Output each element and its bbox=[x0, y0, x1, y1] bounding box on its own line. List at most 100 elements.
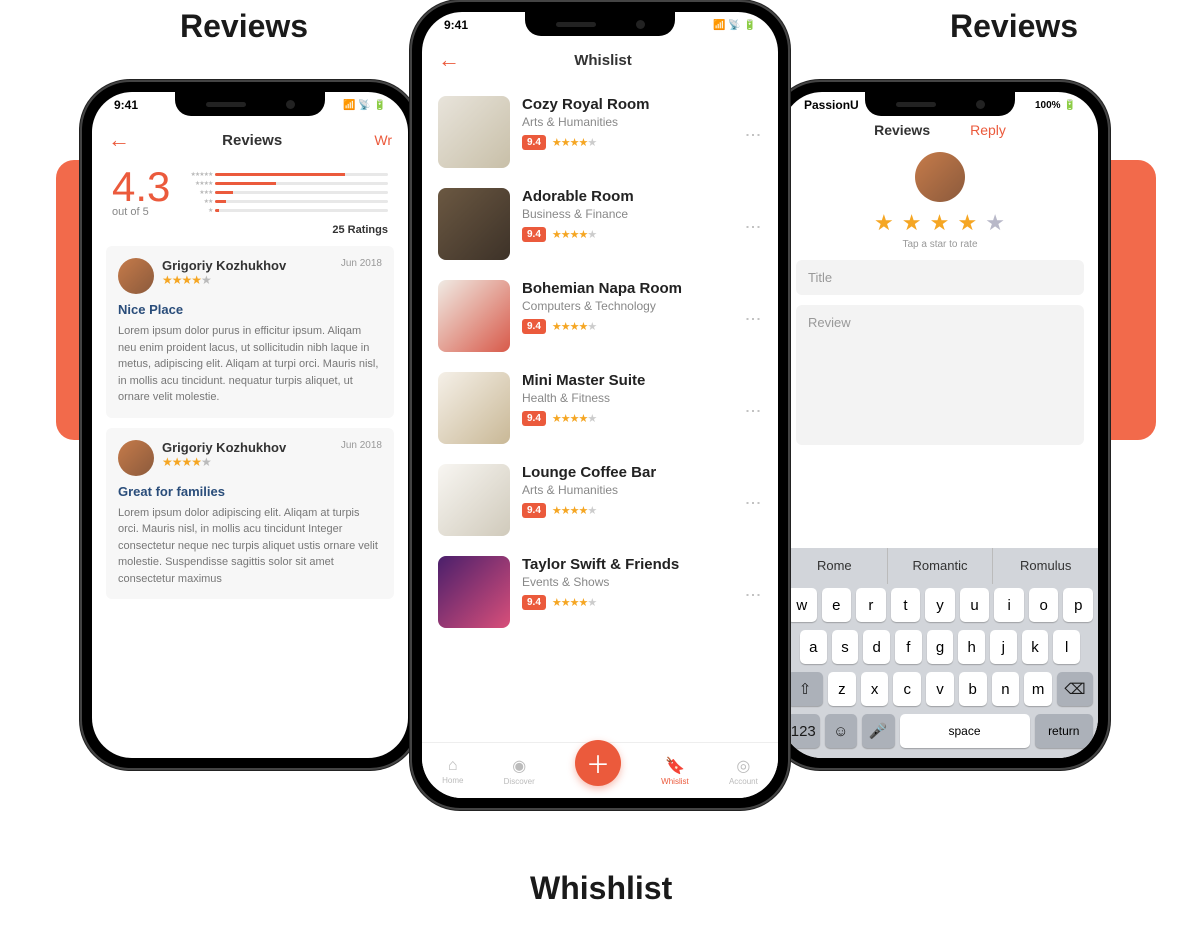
key-return[interactable]: return bbox=[1035, 714, 1094, 748]
wishlist-category: Health & Fitness bbox=[522, 391, 731, 405]
tab-icon: ◉ bbox=[512, 756, 526, 776]
review-title: Great for families bbox=[118, 484, 382, 499]
key-n[interactable]: n bbox=[992, 672, 1020, 706]
bar-stars: ★ bbox=[184, 207, 212, 214]
key-v[interactable]: v bbox=[926, 672, 954, 706]
tab-whislist[interactable]: 🔖 Whislist bbox=[661, 756, 689, 786]
wishlist-thumb bbox=[438, 372, 510, 444]
more-icon[interactable]: ⋮ bbox=[743, 219, 762, 229]
key-e[interactable]: e bbox=[822, 588, 852, 622]
tab-home[interactable]: ⌂ Home bbox=[442, 757, 463, 785]
key-g[interactable]: g bbox=[927, 630, 954, 664]
key-m[interactable]: m bbox=[1024, 672, 1052, 706]
wishlist-title: Lounge Coffee Bar bbox=[522, 464, 731, 481]
wishlist-item[interactable]: Cozy Royal Room Arts & Humanities 9.4 ★★… bbox=[438, 86, 762, 178]
keyboard-suggestion[interactable]: Romantic bbox=[888, 548, 994, 584]
key-p[interactable]: p bbox=[1063, 588, 1093, 622]
review-author: Grigoriy Kozhukhov bbox=[162, 440, 286, 455]
write-link[interactable]: Wr bbox=[374, 132, 392, 148]
key-emoji[interactable]: ☺ bbox=[825, 714, 858, 748]
wishlist-item[interactable]: Mini Master Suite Health & Fitness 9.4 ★… bbox=[438, 362, 762, 454]
wishlist-item[interactable]: Bohemian Napa Room Computers & Technolog… bbox=[438, 270, 762, 362]
key-mic[interactable]: 🎤 bbox=[862, 714, 895, 748]
wishlist: Cozy Royal Room Arts & Humanities 9.4 ★★… bbox=[422, 86, 778, 638]
back-icon[interactable]: ← bbox=[108, 127, 130, 153]
review-stars: ★★★★★ bbox=[162, 455, 286, 469]
more-icon[interactable]: ⋮ bbox=[743, 311, 762, 321]
key-l[interactable]: l bbox=[1053, 630, 1080, 664]
review-card[interactable]: Grigoriy Kozhukhov ★★★★★ Jun 2018 Great … bbox=[106, 428, 394, 600]
bar-stars: ★★★★★ bbox=[184, 171, 212, 178]
tab-account[interactable]: ◎ Account bbox=[729, 756, 758, 786]
keyboard-suggestion[interactable]: Romulus bbox=[993, 548, 1098, 584]
key-t[interactable]: t bbox=[891, 588, 921, 622]
review-card[interactable]: Grigoriy Kozhukhov ★★★★★ Jun 2018 Nice P… bbox=[106, 246, 394, 418]
back-icon[interactable]: ← bbox=[438, 47, 460, 73]
fab-add-button[interactable]: ＋ bbox=[575, 740, 621, 786]
tab-label: Account bbox=[729, 777, 758, 786]
key-f[interactable]: f bbox=[895, 630, 922, 664]
keyboard: RomeRomanticRomulus wertyuiop asdfghjkl … bbox=[782, 548, 1098, 758]
wishlist-item[interactable]: Lounge Coffee Bar Arts & Humanities 9.4 … bbox=[438, 454, 762, 546]
key-b[interactable]: b bbox=[959, 672, 987, 706]
key-s[interactable]: s bbox=[832, 630, 859, 664]
key-i[interactable]: i bbox=[994, 588, 1024, 622]
avatar bbox=[118, 440, 154, 476]
rating-badge: 9.4 bbox=[522, 135, 546, 150]
key-shift[interactable]: ⇧ bbox=[787, 672, 823, 706]
avatar bbox=[915, 152, 965, 202]
key-x[interactable]: x bbox=[861, 672, 889, 706]
wishlist-item[interactable]: Adorable Room Business & Finance 9.4 ★★★… bbox=[438, 178, 762, 270]
review-title: Nice Place bbox=[118, 302, 382, 317]
wishlist-category: Computers & Technology bbox=[522, 299, 731, 313]
key-z[interactable]: z bbox=[828, 672, 856, 706]
tab-discover[interactable]: ◉ Discover bbox=[504, 756, 535, 786]
wishlist-thumb bbox=[438, 96, 510, 168]
review-body: Lorem ipsum dolor purus in efficitur ips… bbox=[118, 323, 382, 406]
bar-track bbox=[215, 191, 388, 194]
key-c[interactable]: c bbox=[893, 672, 921, 706]
rating-bars: ★★★★★ ★★★★ ★★★ ★★ ★ bbox=[184, 170, 388, 218]
bar-track bbox=[215, 182, 388, 185]
key-k[interactable]: k bbox=[1022, 630, 1049, 664]
header-title: Reviews bbox=[130, 132, 374, 149]
key-a[interactable]: a bbox=[800, 630, 827, 664]
status-pct: 100% bbox=[1035, 100, 1061, 111]
key-o[interactable]: o bbox=[1029, 588, 1059, 622]
key-h[interactable]: h bbox=[958, 630, 985, 664]
more-icon[interactable]: ⋮ bbox=[743, 127, 762, 137]
notch bbox=[525, 12, 675, 36]
rating-bar-row: ★ bbox=[184, 206, 388, 215]
status-carrier: PassionU bbox=[804, 98, 859, 112]
status-icons: 📶 📡 🔋 bbox=[713, 18, 756, 32]
key-space[interactable]: space bbox=[900, 714, 1030, 748]
key-123[interactable]: 123 bbox=[787, 714, 820, 748]
key-w[interactable]: w bbox=[787, 588, 817, 622]
rating-value: 4.3 bbox=[112, 166, 170, 208]
title-input[interactable]: Title bbox=[796, 260, 1084, 295]
keyboard-suggestion[interactable]: Rome bbox=[782, 548, 888, 584]
wishlist-item[interactable]: Taylor Swift & Friends Events & Shows 9.… bbox=[438, 546, 762, 638]
key-d[interactable]: d bbox=[863, 630, 890, 664]
rating-badge: 9.4 bbox=[522, 503, 546, 518]
key-y[interactable]: y bbox=[925, 588, 955, 622]
review-input[interactable]: Review bbox=[796, 305, 1084, 445]
more-icon[interactable]: ⋮ bbox=[743, 587, 762, 597]
tab-label: Home bbox=[442, 776, 463, 785]
rate-stars[interactable]: ★ ★ ★ ★ ★ bbox=[782, 210, 1098, 236]
tab-reviews[interactable]: Reviews bbox=[874, 122, 930, 138]
more-icon[interactable]: ⋮ bbox=[743, 495, 762, 505]
rating-badge: 9.4 bbox=[522, 227, 546, 242]
key-backspace[interactable]: ⌫ bbox=[1057, 672, 1093, 706]
wishlist-thumb bbox=[438, 464, 510, 536]
tab-label: Discover bbox=[504, 777, 535, 786]
key-j[interactable]: j bbox=[990, 630, 1017, 664]
tab-reply[interactable]: Reply bbox=[970, 122, 1006, 138]
key-r[interactable]: r bbox=[856, 588, 886, 622]
wishlist-category: Arts & Humanities bbox=[522, 115, 731, 129]
header-row: ← Reviews Wr bbox=[92, 122, 408, 158]
key-u[interactable]: u bbox=[960, 588, 990, 622]
more-icon[interactable]: ⋮ bbox=[743, 403, 762, 413]
device-right: PassionU 100% 🔋 Reviews Reply ★ ★ ★ ★ ★ … bbox=[770, 80, 1110, 770]
wishlist-stars: ★★★★★ bbox=[552, 596, 596, 609]
